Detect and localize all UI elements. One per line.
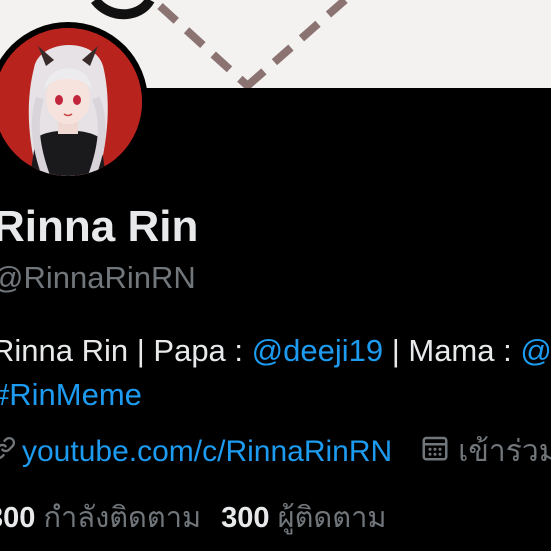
avatar-image (0, 28, 142, 176)
mention-link-papa[interactable]: @deeji19 (252, 333, 383, 368)
profile-bio: Rinna Rin | Papa : @deeji19 | Mama : @ #… (0, 329, 551, 417)
profile-meta: youtube.com/c/RinnaRinRN เข้าร่วม (0, 428, 551, 475)
link-icon (0, 434, 18, 470)
calendar-icon (420, 433, 450, 471)
mention-link-mama[interactable]: @ (520, 333, 551, 368)
joined-date: เข้าร่วม (458, 435, 551, 468)
followers-count: 300 (221, 502, 270, 534)
follow-stats: 300 กำลังติดตาม300 ผู้ติดตาม (0, 494, 387, 540)
bio-text-middle: | Mama : (383, 333, 521, 368)
followers-label: ผู้ติดตาม (277, 502, 387, 534)
following-link[interactable]: 300 กำลังติดตาม (0, 502, 201, 534)
website-link[interactable]: youtube.com/c/RinnaRinRN (22, 435, 392, 469)
profile-avatar[interactable] (0, 22, 148, 182)
following-count: 300 (0, 502, 36, 534)
following-label: กำลังติดตาม (43, 502, 202, 534)
bio-text: Rinna Rin | Papa : (0, 333, 252, 368)
followers-link[interactable]: 300 ผู้ติดตาม (221, 502, 386, 534)
display-name: Rinna Rin (0, 202, 199, 251)
profile-handle: @RinnaRinRN (0, 260, 196, 295)
hashtag-link[interactable]: #RinMeme (0, 373, 551, 417)
